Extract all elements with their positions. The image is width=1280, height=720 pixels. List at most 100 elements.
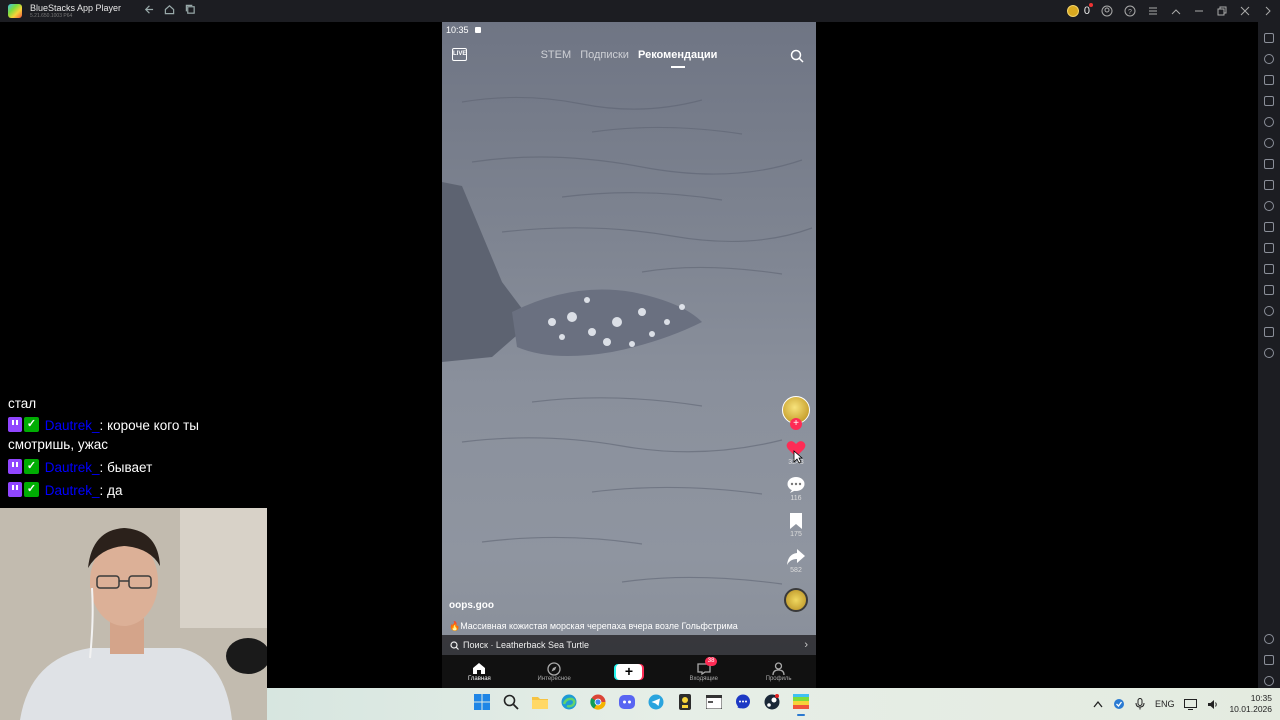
music-disc-icon[interactable] (784, 588, 808, 612)
follow-plus-icon[interactable]: + (790, 418, 802, 430)
taskbar-clock[interactable]: 10:35 10.01.2026 (1229, 693, 1272, 715)
svg-text:?: ? (1128, 9, 1132, 16)
speaker-icon[interactable] (1207, 699, 1219, 710)
stream-chat-overlay: стал ✓ Dautrek_: короче кого ты смотришь… (8, 400, 268, 504)
apk-install-icon[interactable] (1264, 179, 1274, 190)
discord-icon[interactable] (617, 692, 637, 712)
chat-username: Dautrek_ (44, 483, 100, 498)
side-actions: + 3243 116 175 582 (781, 396, 811, 612)
sidebar-toggle-icon[interactable] (1262, 5, 1274, 17)
fullscreen-icon[interactable] (1264, 32, 1274, 43)
clock-time: 10:35 (1250, 693, 1272, 703)
app-title-text: BlueStacks App Player (30, 2, 122, 13)
bluestacks-icon[interactable] (791, 692, 811, 716)
comment-count: 116 (790, 495, 802, 502)
chat-text: бывает (107, 460, 153, 475)
airplane-mode-icon[interactable] (1264, 263, 1274, 274)
webcam-person (0, 508, 267, 720)
account-icon[interactable] (1101, 5, 1113, 17)
macro-icon[interactable] (1264, 137, 1274, 148)
system-tray: ENG 10:35 10.01.2026 (1093, 688, 1272, 720)
messenger-icon[interactable] (733, 692, 753, 712)
app-version: 5.21.650.1003 P64 (30, 12, 73, 19)
feed-tabs: STEM Подписки Рекомендации (442, 49, 816, 61)
bluestacks-logo-icon (8, 4, 22, 18)
video-description: 🔥Массивная кожистая морская черепаха вче… (449, 621, 738, 631)
creator-username[interactable]: oops.goo (449, 600, 738, 611)
file-explorer-icon[interactable] (530, 692, 550, 712)
collapse-icon[interactable] (1170, 5, 1182, 17)
nav-discover[interactable]: Интересное (524, 661, 584, 682)
chat-message: ✓ Dautrek_: короче кого ты смотришь, ужа… (8, 416, 268, 454)
coin-icon[interactable] (1066, 5, 1079, 17)
back-icon[interactable] (143, 4, 154, 18)
help-icon[interactable]: ? (1124, 5, 1136, 17)
tab-following[interactable]: Подписки (580, 49, 629, 61)
titlebar-right: 0 ? (1066, 0, 1274, 22)
obs-icon[interactable] (675, 692, 695, 712)
terminal-icon[interactable] (704, 692, 724, 712)
nav-profile-label: Профиль (765, 675, 792, 682)
turtle-silhouette (442, 182, 702, 362)
telegram-icon[interactable] (646, 692, 666, 712)
comment-button[interactable]: 116 (786, 476, 806, 502)
nav-create[interactable]: + (599, 663, 659, 680)
multi-instance-icon[interactable] (185, 4, 196, 18)
save-button[interactable]: 175 (789, 512, 803, 538)
bluestacks-sidebar (1258, 22, 1280, 720)
chat-partial-line: стал (8, 400, 37, 411)
nav-home[interactable]: Главная (449, 662, 509, 682)
chrome-icon[interactable] (588, 692, 608, 712)
video-caption: oops.goo 🔥Массивная кожистая морская чер… (449, 600, 738, 632)
volume-icon[interactable] (1264, 53, 1274, 64)
screen-record-icon[interactable] (1264, 74, 1274, 85)
chat-colon: : (99, 418, 108, 433)
minimize-icon[interactable] (1193, 5, 1205, 17)
eco-mode-icon[interactable] (1264, 284, 1274, 295)
restore-icon[interactable] (1216, 5, 1228, 17)
chat-colon: : (99, 483, 108, 498)
share-icon (787, 549, 805, 565)
app-title: BlueStacks App Player 5.21.650.1003 P64 (30, 2, 122, 19)
settings-icon[interactable] (1264, 633, 1274, 644)
search-suggestion-bar[interactable]: Поиск · Leatherback Sea Turtle › (442, 635, 816, 655)
android-home-icon[interactable] (1264, 675, 1274, 686)
menu-icon[interactable] (1147, 5, 1159, 17)
location-icon[interactable] (1264, 305, 1274, 316)
edge-icon[interactable] (559, 692, 579, 712)
tab-for-you[interactable]: Рекомендации (638, 49, 717, 61)
profile-icon (772, 661, 785, 675)
search-icon[interactable] (790, 49, 804, 63)
tab-stem[interactable]: STEM (541, 49, 572, 61)
search-icon[interactable] (501, 692, 521, 712)
folder-icon[interactable] (1264, 242, 1274, 253)
sync-icon[interactable] (1264, 347, 1274, 358)
android-back-icon[interactable] (1264, 654, 1274, 665)
nav-profile[interactable]: Профиль (749, 661, 809, 682)
chevron-up-icon[interactable] (1093, 700, 1103, 708)
close-icon[interactable] (1239, 5, 1251, 17)
microphone-icon[interactable] (1135, 698, 1145, 710)
search-suggestion-text: Поиск · Leatherback Sea Turtle (463, 640, 589, 650)
keyboard-controls-icon[interactable] (1264, 95, 1274, 106)
nav-inbox-label: Входящие (689, 675, 718, 682)
share-button[interactable]: 582 (786, 548, 806, 574)
network-icon[interactable] (1184, 698, 1198, 710)
tiktok-video-screen[interactable]: 10:35 LIVE STEM Подписки Рекомендации + … (442, 22, 816, 688)
home-icon[interactable] (164, 4, 175, 18)
clock-date: 10.01.2026 (1229, 704, 1272, 714)
rotate-icon[interactable] (1264, 116, 1274, 127)
media-manager-icon[interactable] (1264, 221, 1274, 232)
comment-icon (787, 477, 805, 493)
nav-inbox[interactable]: 38 Входящие (674, 656, 734, 682)
screenshot-icon[interactable] (1264, 200, 1274, 211)
chat-colon: : (99, 460, 108, 475)
windows-start-icon[interactable] (472, 692, 492, 712)
screen: BlueStacks App Player 5.21.650.1003 P64 … (0, 0, 1280, 720)
gamepad-icon[interactable] (1264, 158, 1274, 169)
security-icon[interactable] (1113, 698, 1125, 710)
layers-icon[interactable] (1264, 326, 1274, 337)
share-count: 582 (790, 567, 802, 574)
language-indicator[interactable]: ENG (1155, 699, 1175, 709)
steam-icon[interactable] (762, 692, 782, 712)
